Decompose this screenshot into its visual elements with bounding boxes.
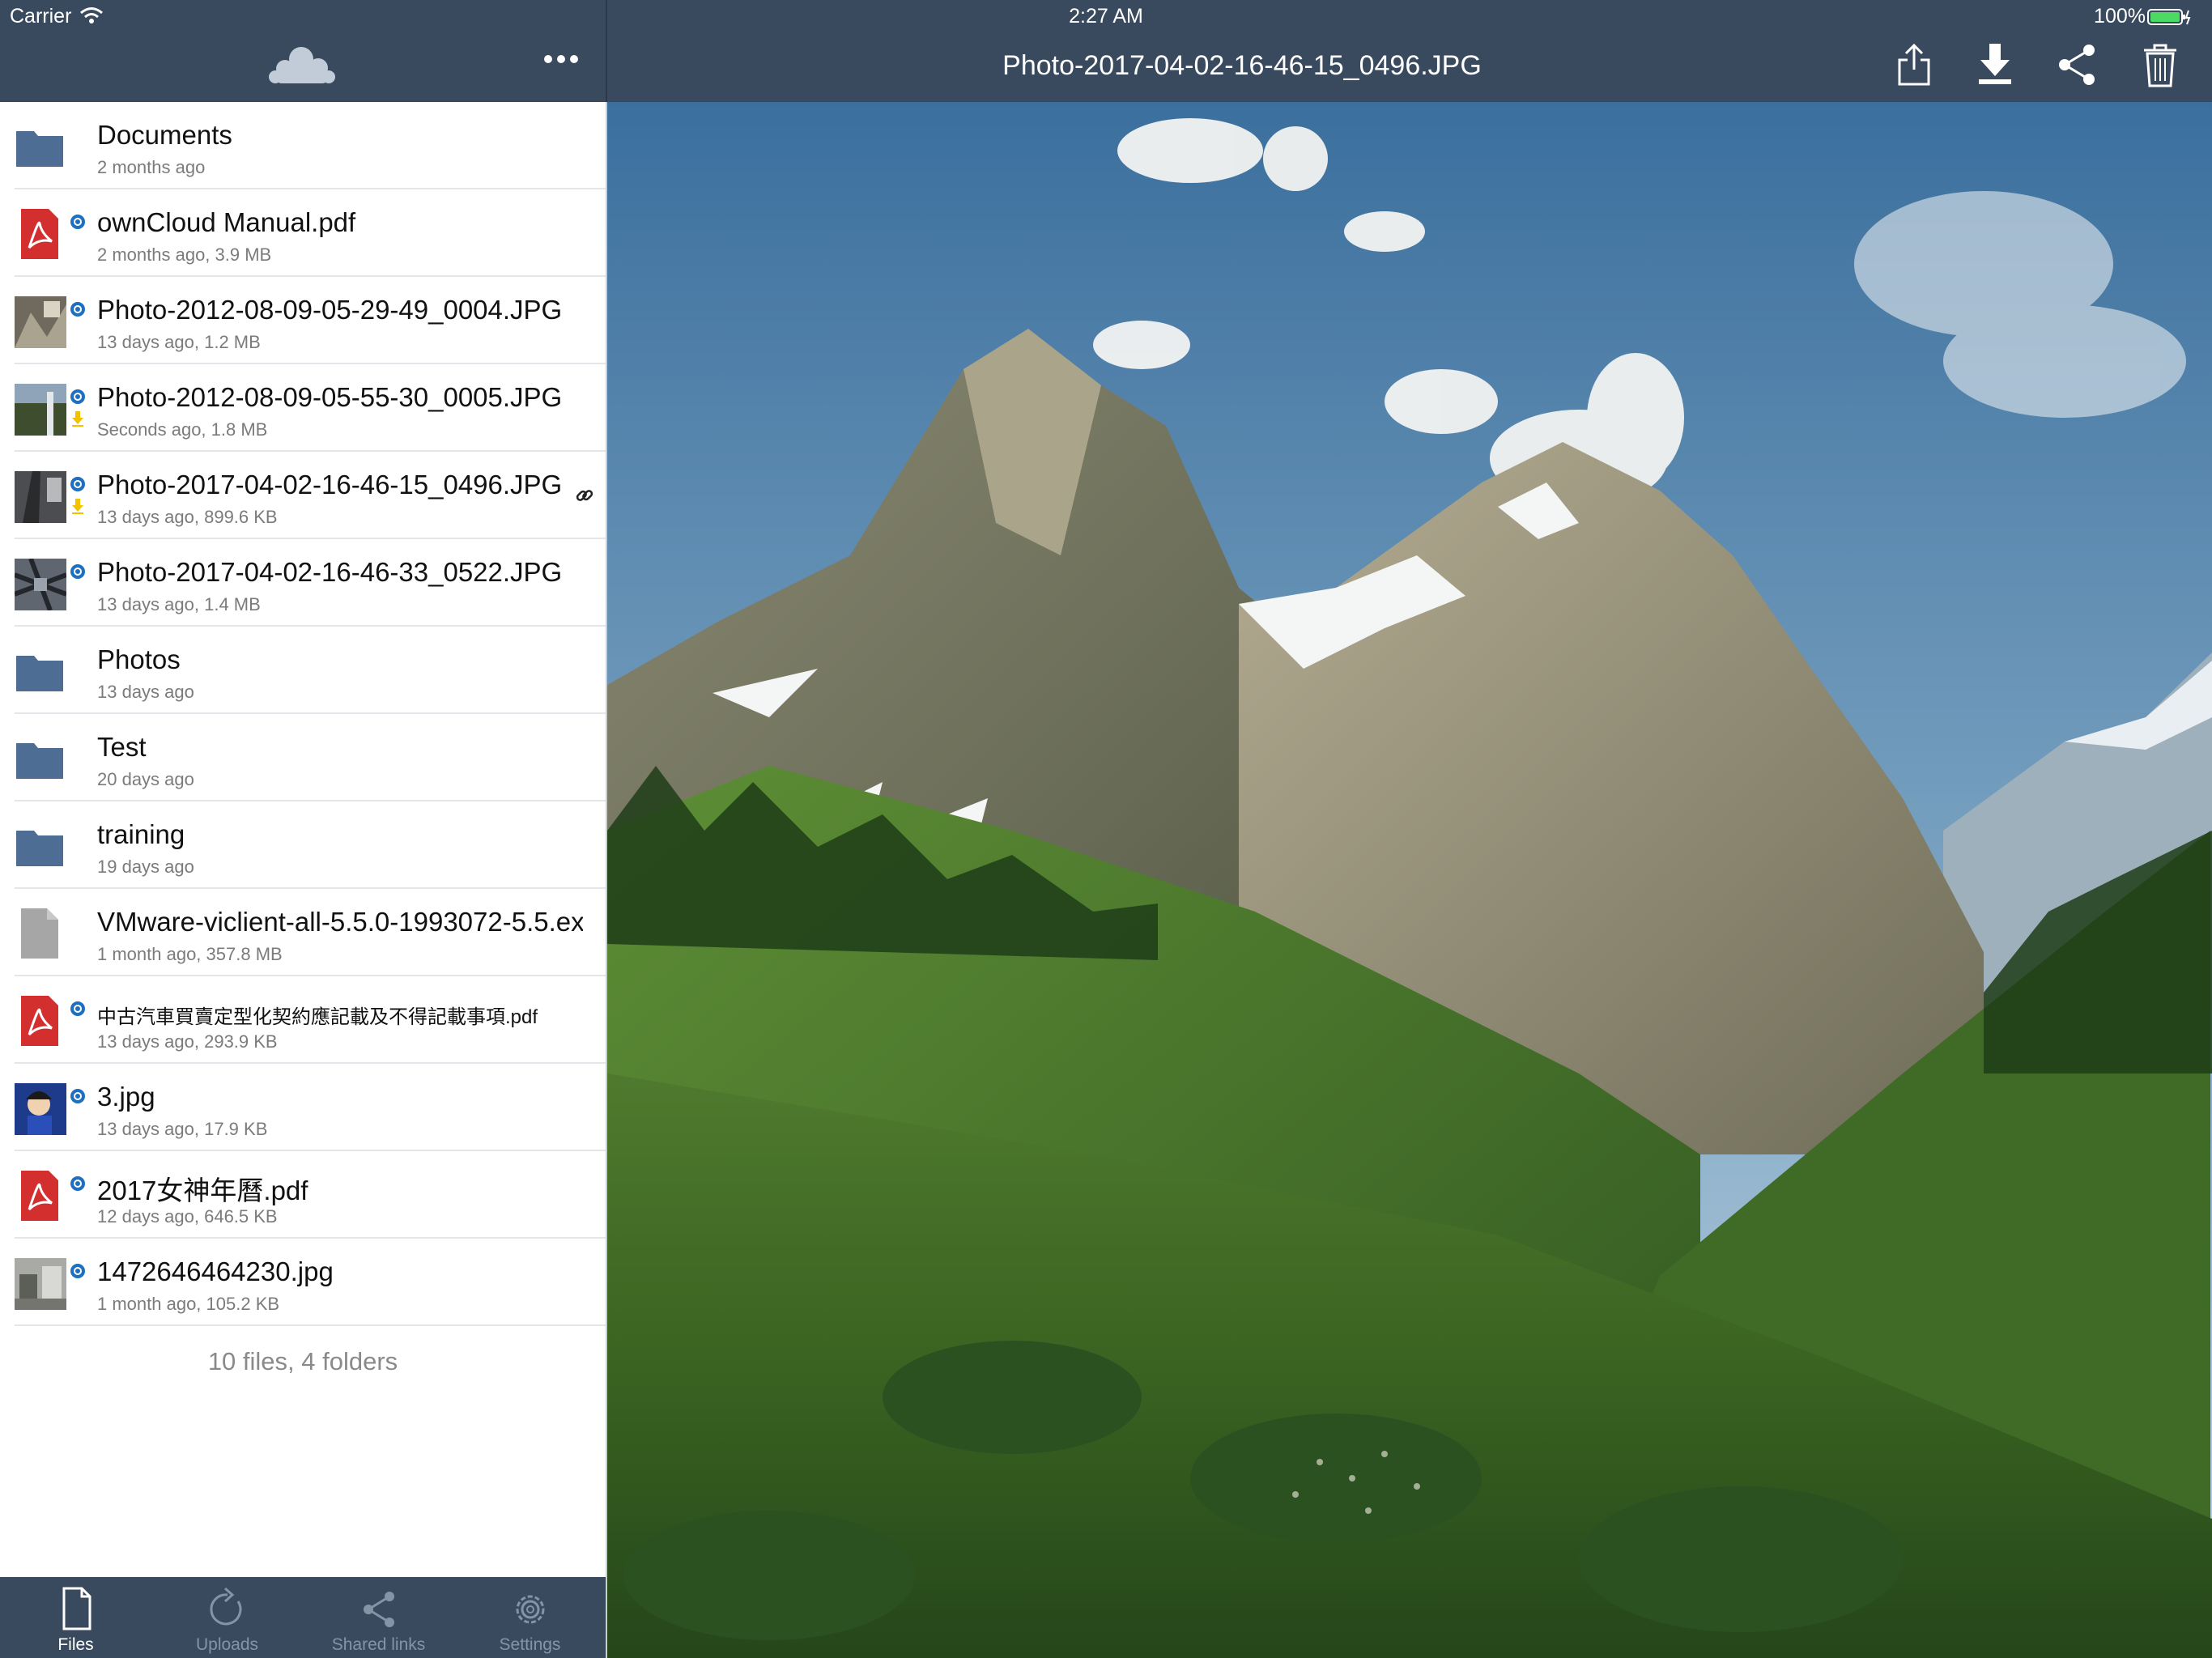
pdf-icon bbox=[21, 1171, 58, 1221]
synced-icon bbox=[70, 1089, 85, 1103]
clock: 2:27 AM bbox=[1069, 5, 1143, 28]
file-name: Photo-2012-08-09-05-55-30_0005.JPG bbox=[97, 382, 563, 412]
file-meta: 1 month ago, 357.8 MB bbox=[97, 944, 283, 964]
synced-icon bbox=[70, 389, 85, 404]
generic-file-icon bbox=[21, 908, 58, 959]
trash-icon[interactable] bbox=[2142, 42, 2178, 89]
file-list: Documents 2 months ago ownCloud Manual.p… bbox=[0, 102, 606, 1376]
file-meta: 12 days ago, 646.5 KB bbox=[97, 1206, 278, 1226]
image-thumbnail bbox=[15, 471, 66, 523]
file-name: Photo-2012-08-09-05-29-49_0004.JPG bbox=[97, 295, 563, 325]
tab-uploads[interactable]: Uploads bbox=[151, 1577, 303, 1658]
tab-label: Settings bbox=[499, 1635, 561, 1654]
more-options-button[interactable] bbox=[542, 53, 580, 65]
owncloud-logo-icon bbox=[269, 47, 335, 83]
download-icon[interactable] bbox=[1976, 42, 2014, 87]
file-name: 1472646464230.jpg bbox=[97, 1256, 334, 1286]
file-name: Documents bbox=[97, 120, 232, 150]
file-name: VMware-viclient-all-5.5.0-1993072-5.5.ex… bbox=[97, 907, 583, 937]
file-meta: 2 months ago bbox=[97, 157, 206, 177]
list-item[interactable]: Photo-2012-08-09-05-55-30_0005.JPG Secon… bbox=[0, 364, 606, 452]
image-thumbnail bbox=[15, 1258, 66, 1310]
tab-label: Files bbox=[57, 1635, 94, 1654]
file-meta: 1 month ago, 105.2 KB bbox=[97, 1294, 280, 1314]
list-item[interactable]: ownCloud Manual.pdf 2 months ago, 3.9 MB bbox=[0, 189, 606, 277]
tab-files[interactable]: Files bbox=[0, 1577, 151, 1658]
share-icon[interactable] bbox=[2055, 42, 2099, 87]
file-meta: 13 days ago, 899.6 KB bbox=[97, 507, 278, 527]
list-item[interactable]: Photo-2017-04-02-16-46-33_0522.JPG 13 da… bbox=[0, 539, 606, 627]
image-viewer[interactable] bbox=[607, 102, 2212, 1658]
file-name: Photos bbox=[97, 644, 181, 674]
open-in-icon[interactable] bbox=[1896, 42, 1932, 87]
file-meta: 13 days ago, 17.9 KB bbox=[97, 1119, 268, 1139]
synced-icon bbox=[70, 1001, 85, 1016]
list-item[interactable]: VMware-viclient-all-5.5.0-1993072-5.5.ex… bbox=[0, 889, 606, 976]
file-name: Test bbox=[97, 732, 147, 762]
list-item[interactable]: Test 20 days ago bbox=[0, 714, 606, 801]
image-thumbnail bbox=[15, 1083, 66, 1135]
file-name: training bbox=[97, 819, 185, 849]
tab-label: Shared links bbox=[331, 1635, 426, 1654]
top-bar: Carrier 2:27 AM 100% Photo-2017-04-02-16… bbox=[0, 0, 2212, 102]
image-thumbnail bbox=[15, 384, 66, 436]
file-meta: 20 days ago bbox=[97, 769, 194, 789]
list-item[interactable]: Photos 13 days ago bbox=[0, 627, 606, 714]
list-item[interactable]: Photo-2012-08-09-05-29-49_0004.JPG 13 da… bbox=[0, 277, 606, 364]
folder-icon bbox=[16, 656, 63, 691]
link-icon bbox=[576, 490, 593, 501]
list-summary: 10 files, 4 folders bbox=[207, 1347, 398, 1375]
viewer-title: Photo-2017-04-02-16-46-15_0496.JPG bbox=[1002, 50, 1482, 81]
file-meta: 13 days ago, 1.4 MB bbox=[97, 594, 261, 614]
pdf-icon bbox=[21, 209, 58, 259]
download-icon bbox=[72, 411, 83, 427]
download-icon bbox=[72, 499, 83, 514]
synced-icon bbox=[70, 215, 85, 229]
upload-refresh-icon bbox=[210, 1587, 242, 1626]
file-meta: 13 days ago, 293.9 KB bbox=[97, 1031, 278, 1052]
list-item[interactable]: 中古汽車買賣定型化契約應記載及不得記載事項.pdf 13 days ago, 2… bbox=[0, 976, 606, 1064]
image-thumbnail bbox=[15, 296, 66, 348]
file-name: 中古汽車買賣定型化契約應記載及不得記載事項.pdf bbox=[97, 1006, 538, 1028]
list-item[interactable]: 3.jpg 13 days ago, 17.9 KB bbox=[0, 1064, 606, 1151]
folder-icon bbox=[16, 831, 63, 866]
list-item[interactable]: 2017女神年曆.pdf 12 days ago, 646.5 KB bbox=[0, 1151, 606, 1239]
synced-icon bbox=[70, 477, 85, 491]
file-meta: 2 months ago, 3.9 MB bbox=[97, 244, 272, 265]
pdf-icon bbox=[21, 996, 58, 1046]
image-thumbnail bbox=[15, 559, 66, 610]
battery-icon bbox=[2147, 9, 2191, 25]
file-meta: 13 days ago bbox=[97, 682, 194, 702]
file-name: Photo-2017-04-02-16-46-15_0496.JPG bbox=[97, 470, 563, 500]
list-item[interactable]: Photo-2017-04-02-16-46-15_0496.JPG 13 da… bbox=[0, 452, 606, 539]
photo-image bbox=[607, 102, 2212, 1658]
file-name: Photo-2017-04-02-16-46-33_0522.JPG bbox=[97, 557, 563, 587]
battery-percent: 100% bbox=[2094, 5, 2146, 28]
tab-bar: Files Uploads Shared links Settings bbox=[0, 1577, 606, 1658]
file-name: 3.jpg bbox=[97, 1082, 155, 1112]
list-item[interactable]: Documents 2 months ago bbox=[0, 102, 606, 189]
synced-icon bbox=[70, 564, 85, 579]
tab-settings[interactable]: Settings bbox=[454, 1577, 606, 1658]
list-item[interactable]: 1472646464230.jpg 1 month ago, 105.2 KB bbox=[0, 1239, 606, 1326]
tab-shared-links[interactable]: Shared links bbox=[303, 1577, 454, 1658]
synced-icon bbox=[70, 1264, 85, 1278]
list-item[interactable]: training 19 days ago bbox=[0, 801, 606, 889]
file-name: 2017女神年曆.pdf bbox=[97, 1175, 308, 1205]
synced-icon bbox=[70, 1176, 85, 1191]
folder-icon bbox=[16, 743, 63, 779]
file-meta: 13 days ago, 1.2 MB bbox=[97, 332, 261, 352]
share-icon bbox=[364, 1592, 394, 1627]
file-meta: Seconds ago, 1.8 MB bbox=[97, 419, 268, 440]
file-meta: 19 days ago bbox=[97, 857, 194, 877]
file-name: ownCloud Manual.pdf bbox=[97, 207, 356, 237]
tab-label: Uploads bbox=[195, 1635, 259, 1654]
synced-icon bbox=[70, 302, 85, 317]
folder-icon bbox=[16, 131, 63, 167]
file-icon bbox=[62, 1587, 91, 1630]
gear-icon bbox=[516, 1595, 545, 1624]
file-browser: Documents 2 months ago ownCloud Manual.p… bbox=[0, 102, 606, 1577]
